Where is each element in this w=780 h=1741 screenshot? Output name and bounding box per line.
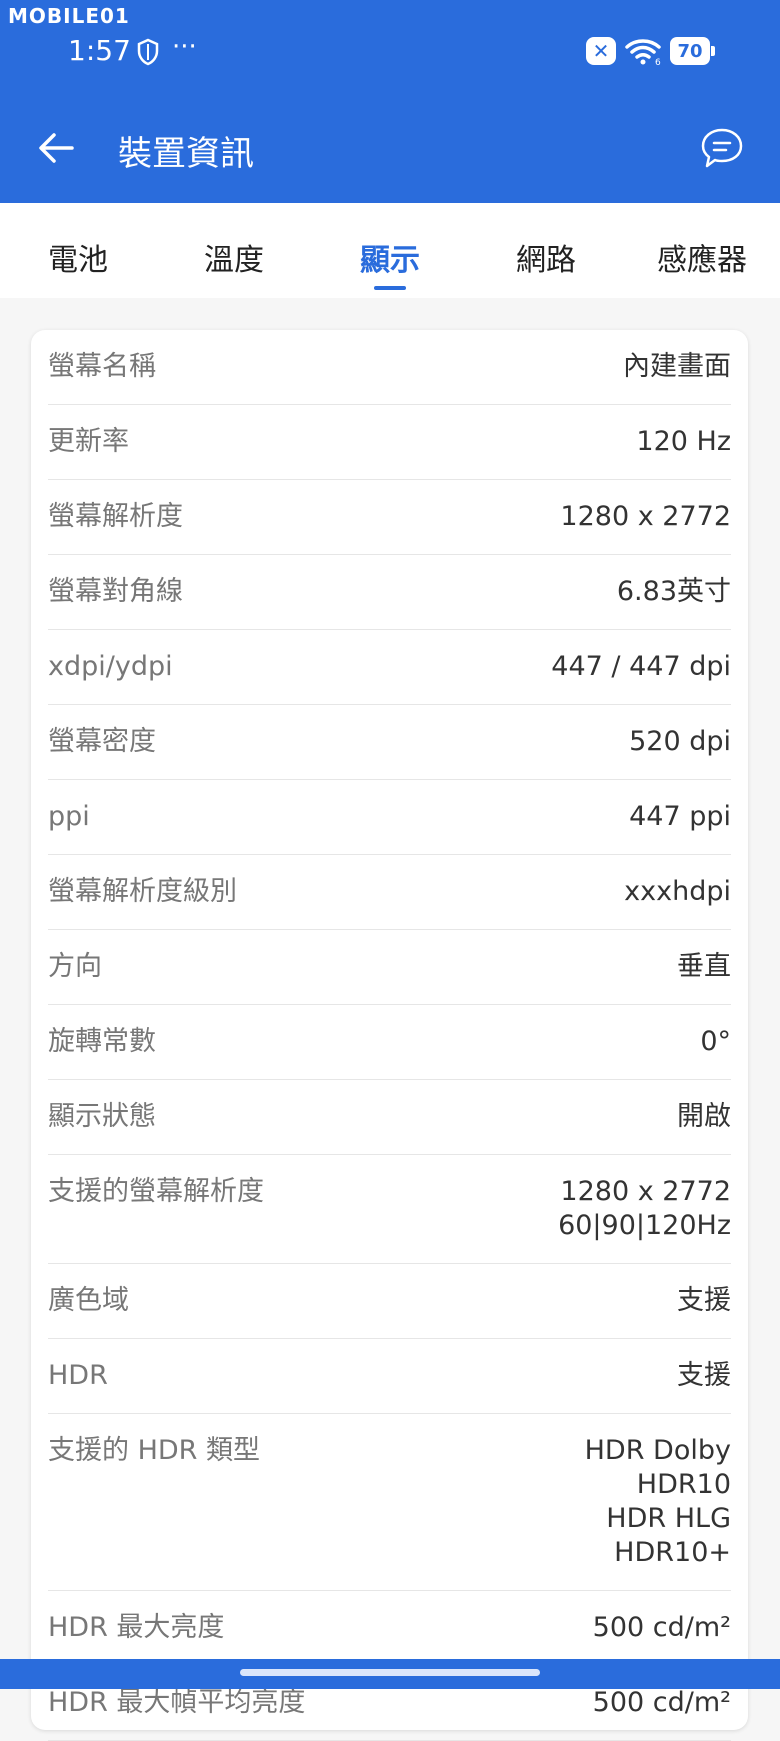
tab-temperature[interactable]: 溫度 — [156, 203, 312, 298]
info-row: ppi 447 ppi — [48, 780, 731, 855]
info-label: 支援的 HDR 類型 — [48, 1435, 261, 1466]
info-row: 支援的螢幕解析度 1280 x 2772 60|90|120Hz — [48, 1155, 731, 1264]
system-nav-bar — [0, 1659, 780, 1689]
status-time: 1:57 — [68, 34, 131, 67]
info-value: 1280 x 2772 — [560, 501, 731, 532]
info-label: 螢幕解析度級別 — [48, 876, 237, 907]
info-label: 螢幕名稱 — [48, 351, 156, 382]
info-value: 支援 — [677, 1285, 731, 1316]
info-row: 旋轉常數 0° — [48, 1005, 731, 1080]
tab-battery[interactable]: 電池 — [0, 203, 156, 298]
wifi-icon: 6 — [625, 39, 661, 66]
info-row: 廣色域 支援 — [48, 1264, 731, 1339]
watermark-logo: MOBILE01 — [8, 4, 130, 28]
info-label: 方向 — [48, 951, 102, 982]
info-row: xdpi/ydpi 447 / 447 dpi — [48, 630, 731, 705]
tab-sensors[interactable]: 感應器 — [624, 203, 780, 298]
display-info-card: 螢幕名稱 內建畫面 更新率 120 Hz 螢幕解析度 1280 x 2772 螢… — [31, 330, 748, 1741]
info-value: 1280 x 2772 60|90|120Hz — [558, 1176, 731, 1241]
info-label: 顯示狀態 — [48, 1101, 156, 1132]
status-icons: ✕ 6 70 — [586, 36, 715, 66]
info-value: 120 Hz — [636, 426, 731, 457]
info-row: 螢幕解析度級別 xxxhdpi — [48, 855, 731, 930]
info-value: 0° — [700, 1026, 731, 1057]
info-value: 支援 — [677, 1360, 731, 1391]
info-value: 520 dpi — [629, 726, 731, 757]
info-row: HDR 支援 — [48, 1339, 731, 1414]
info-label: 螢幕密度 — [48, 726, 156, 757]
info-label: 旋轉常數 — [48, 1026, 156, 1057]
data-off-icon: ✕ — [586, 37, 616, 65]
info-list: 螢幕名稱 內建畫面 更新率 120 Hz 螢幕解析度 1280 x 2772 螢… — [31, 330, 748, 1741]
battery-indicator: 70 — [670, 37, 715, 65]
back-arrow-icon[interactable] — [36, 128, 76, 168]
info-value: 447 ppi — [629, 801, 731, 832]
info-value: 447 / 447 dpi — [551, 651, 731, 682]
info-label: HDR — [48, 1360, 108, 1391]
info-row: 支援的 HDR 類型 HDR Dolby HDR10 HDR HLG HDR10… — [48, 1414, 731, 1591]
info-value: 垂直 — [677, 951, 731, 982]
app-header: MOBILE01 1:57 ··· ✕ 6 70 裝置資訊 — [0, 0, 780, 203]
info-row: 更新率 120 Hz — [48, 405, 731, 480]
info-value: 6.83英寸 — [616, 576, 731, 607]
info-value: 500 cd/m² — [592, 1612, 731, 1643]
info-value: 500 cd/m² — [592, 1687, 731, 1718]
info-row: 螢幕對角線 6.83英寸 — [48, 555, 731, 630]
info-label: 廣色域 — [48, 1285, 129, 1316]
info-label: 螢幕解析度 — [48, 501, 183, 532]
info-value: xxxhdpi — [624, 876, 731, 907]
shield-icon — [137, 38, 159, 66]
page-title: 裝置資訊 — [118, 134, 254, 174]
info-label: HDR 最大亮度 — [48, 1612, 225, 1643]
info-label: 螢幕對角線 — [48, 576, 183, 607]
info-label: 支援的螢幕解析度 — [48, 1176, 264, 1207]
tab-network[interactable]: 網路 — [468, 203, 624, 298]
info-label: HDR 最大幀平均亮度 — [48, 1687, 306, 1718]
more-notifications-icon: ··· — [172, 32, 197, 62]
info-label: xdpi/ydpi — [48, 651, 173, 682]
feedback-chat-icon[interactable] — [700, 126, 744, 170]
info-row: 方向 垂直 — [48, 930, 731, 1005]
info-row: 螢幕解析度 1280 x 2772 — [48, 480, 731, 555]
home-gesture-handle[interactable] — [240, 1669, 540, 1676]
info-row: 螢幕密度 520 dpi — [48, 705, 731, 780]
tab-display[interactable]: 顯示 — [312, 203, 468, 298]
info-row: 螢幕名稱 內建畫面 — [48, 330, 731, 405]
info-value: 內建畫面 — [623, 351, 731, 382]
info-value: HDR Dolby HDR10 HDR HLG HDR10+ — [584, 1435, 731, 1568]
info-value: 開啟 — [677, 1101, 731, 1132]
info-label: ppi — [48, 801, 90, 832]
info-row: 顯示狀態 開啟 — [48, 1080, 731, 1155]
info-label: 更新率 — [48, 426, 129, 457]
info-row: HDR 最大亮度 500 cd/m² — [48, 1591, 731, 1666]
wifi-sub-label: 6 — [655, 58, 661, 66]
tab-bar: 電池 溫度 顯示 網路 感應器 — [0, 203, 780, 298]
